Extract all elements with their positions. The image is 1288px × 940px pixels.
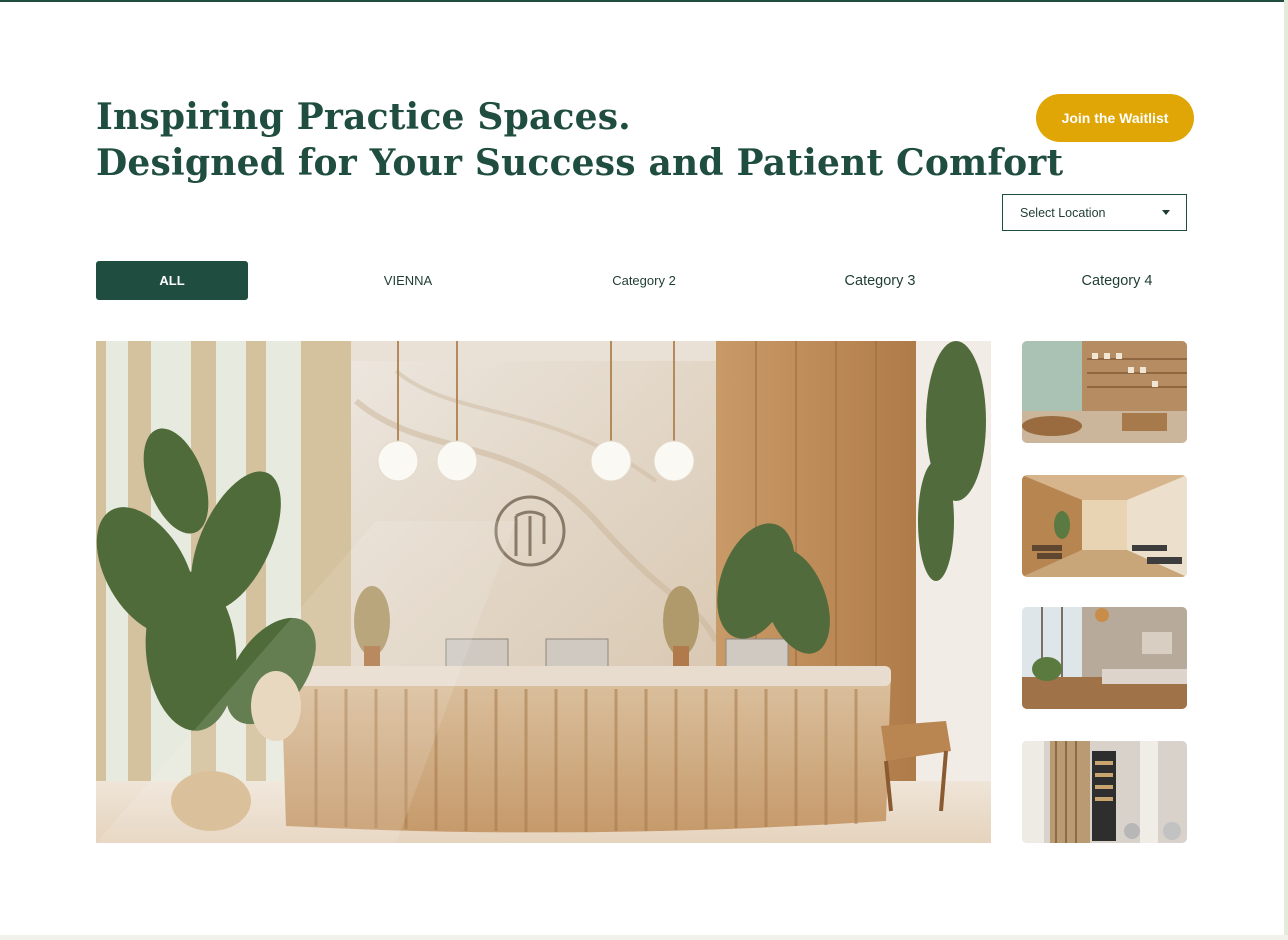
- gallery-thumbnail-1[interactable]: [1022, 341, 1187, 443]
- tab-category-3[interactable]: Category 3: [820, 261, 940, 300]
- join-waitlist-button[interactable]: Join the Waitlist: [1036, 94, 1194, 142]
- gallery-thumbnail-3[interactable]: [1022, 607, 1187, 709]
- location-select-value: Select Location: [1020, 205, 1106, 220]
- gallery-thumbnail-4[interactable]: [1022, 741, 1187, 843]
- tab-vienna[interactable]: VIENNA: [348, 261, 468, 300]
- tab-category-2[interactable]: Category 2: [584, 261, 704, 300]
- pharmacy-shelves-photo: [1022, 341, 1187, 443]
- tab-category-4[interactable]: Category 4: [1056, 261, 1178, 300]
- bottom-band: [0, 935, 1288, 940]
- studio-rack-photo: [1022, 741, 1187, 843]
- tab-all[interactable]: ALL: [96, 261, 248, 300]
- page-title: Inspiring Practice Spaces. Designed for …: [96, 94, 1064, 186]
- top-border: [0, 0, 1288, 2]
- caret-down-icon: [1162, 210, 1170, 215]
- category-tabs: ALL VIENNA Category 2 Category 3 Categor…: [96, 261, 1187, 300]
- right-edge: [1284, 0, 1288, 940]
- location-select[interactable]: Select Location: [1002, 194, 1187, 231]
- reception-desk-photo: [96, 341, 991, 843]
- main-gallery-image[interactable]: [96, 341, 991, 843]
- headline-line-1: Inspiring Practice Spaces.: [96, 96, 631, 138]
- gym-corridor-photo: [1022, 475, 1187, 577]
- lounge-windows-photo: [1022, 607, 1187, 709]
- headline-line-2: Designed for Your Success and Patient Co…: [96, 142, 1064, 184]
- gallery-thumbnail-2[interactable]: [1022, 475, 1187, 577]
